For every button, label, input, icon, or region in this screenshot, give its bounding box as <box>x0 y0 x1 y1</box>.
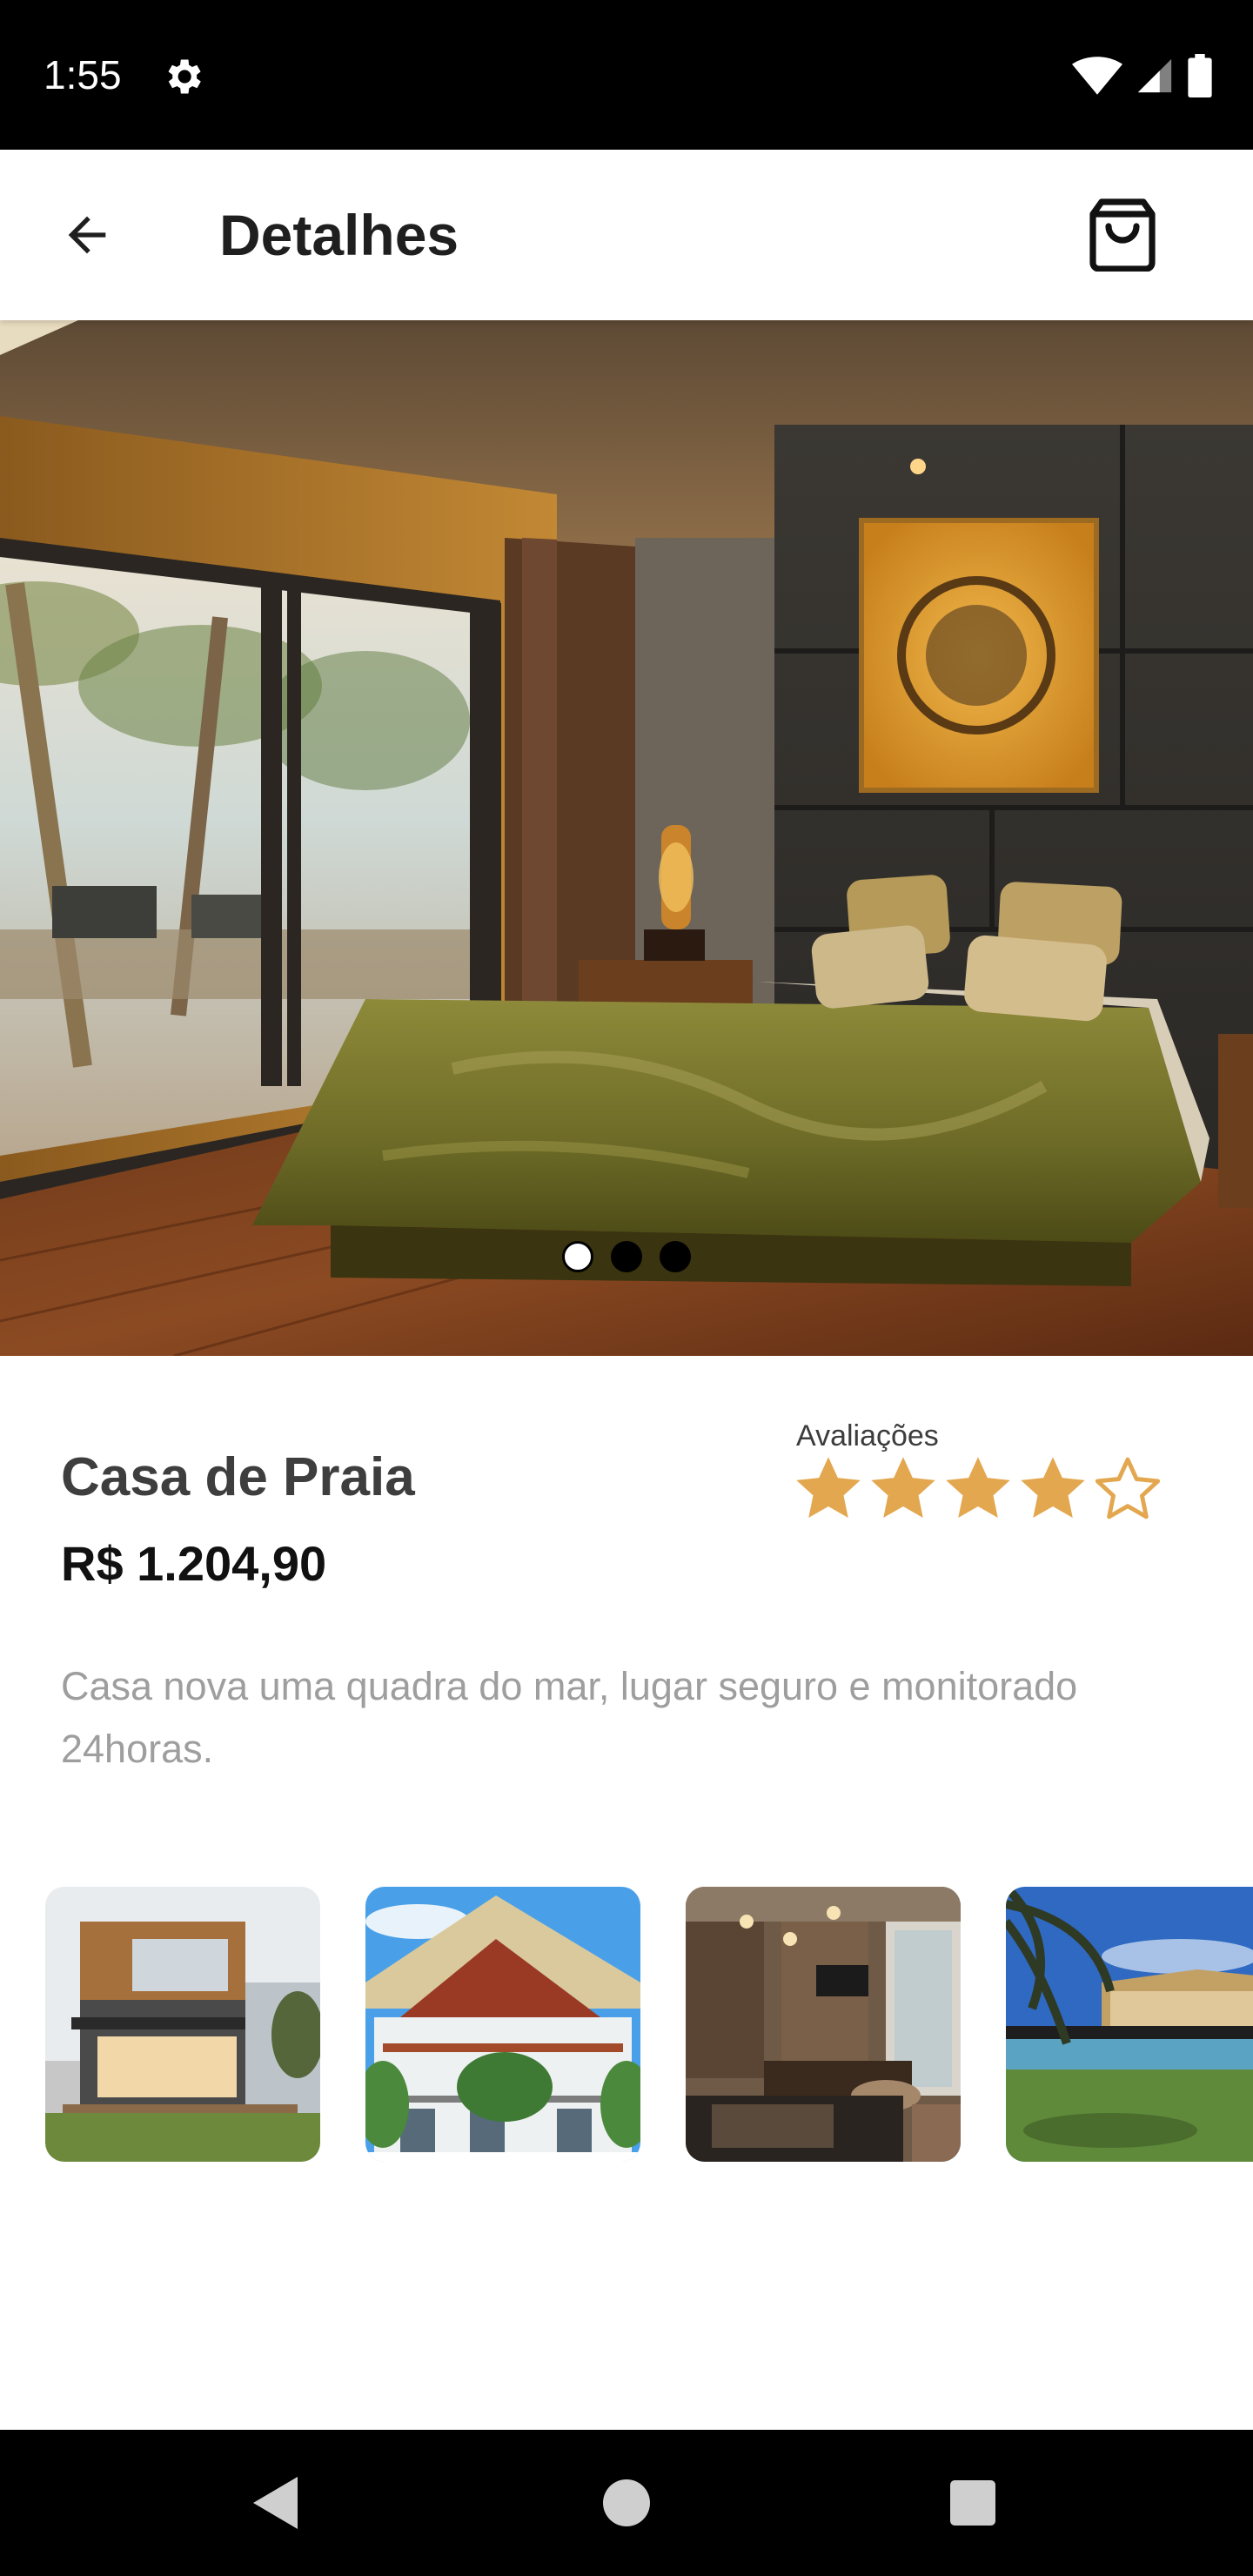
battery-icon <box>1188 54 1212 97</box>
beach-house-photo <box>365 1887 640 2162</box>
photo-thumbnails <box>45 1887 1253 2163</box>
circle-home-icon <box>603 2479 650 2526</box>
arrow-left-icon <box>68 216 106 254</box>
product-description: Casa nova uma quadra do mar, lugar segur… <box>61 1664 1078 1771</box>
product-name: Casa de Praia <box>61 1447 415 1507</box>
page-title: Detalhes <box>219 203 459 267</box>
shopping-bag-icon <box>1089 198 1156 272</box>
settings-gear-icon <box>168 59 201 94</box>
thumbnail-modern-house[interactable] <box>45 1887 320 2162</box>
bedroom-photo <box>0 320 1253 1356</box>
star-outline-icon <box>1095 1457 1161 1519</box>
status-icons <box>1072 54 1213 97</box>
status-time: 1:55 <box>44 52 122 97</box>
nav-back-button[interactable] <box>242 2468 312 2538</box>
star-filled-icon <box>1021 1457 1085 1518</box>
thumbnail-pool-resort[interactable] <box>1006 1887 1253 2162</box>
thumbnail-beach-house[interactable] <box>365 1887 640 2162</box>
nav-recents-button[interactable] <box>938 2468 1008 2538</box>
thumbnail-living-room[interactable] <box>686 1887 961 2162</box>
star-filled-icon <box>946 1457 1010 1518</box>
status-bar: 1:55 <box>0 0 1253 150</box>
app-bar: Detalhes <box>0 150 1253 320</box>
carousel-dot-1[interactable] <box>562 1241 593 1272</box>
product-price: R$ 1.204,90 <box>61 1536 327 1591</box>
square-recents-icon <box>950 2480 995 2526</box>
carousel-dot-3[interactable] <box>660 1241 691 1272</box>
system-navigation-bar <box>0 2430 1253 2576</box>
rating-label: Avaliações <box>796 1419 939 1452</box>
carousel-dot-2[interactable] <box>611 1241 642 1272</box>
modern-house-photo <box>45 1887 320 2162</box>
back-button[interactable] <box>52 200 122 270</box>
triangle-back-icon <box>253 2477 298 2529</box>
star-rating <box>792 1452 1164 1525</box>
cellular-signal-icon <box>1137 58 1172 93</box>
hero-image-carousel[interactable] <box>0 320 1253 1356</box>
star-filled-icon <box>871 1457 935 1518</box>
shopping-bag-button[interactable] <box>1084 197 1161 273</box>
star-filled-icon <box>796 1457 861 1518</box>
nav-home-button[interactable] <box>592 2468 661 2538</box>
living-room-photo <box>686 1887 961 2162</box>
pool-resort-photo <box>1006 1887 1253 2162</box>
wifi-icon <box>1072 57 1122 95</box>
carousel-indicator <box>0 1241 1253 1272</box>
